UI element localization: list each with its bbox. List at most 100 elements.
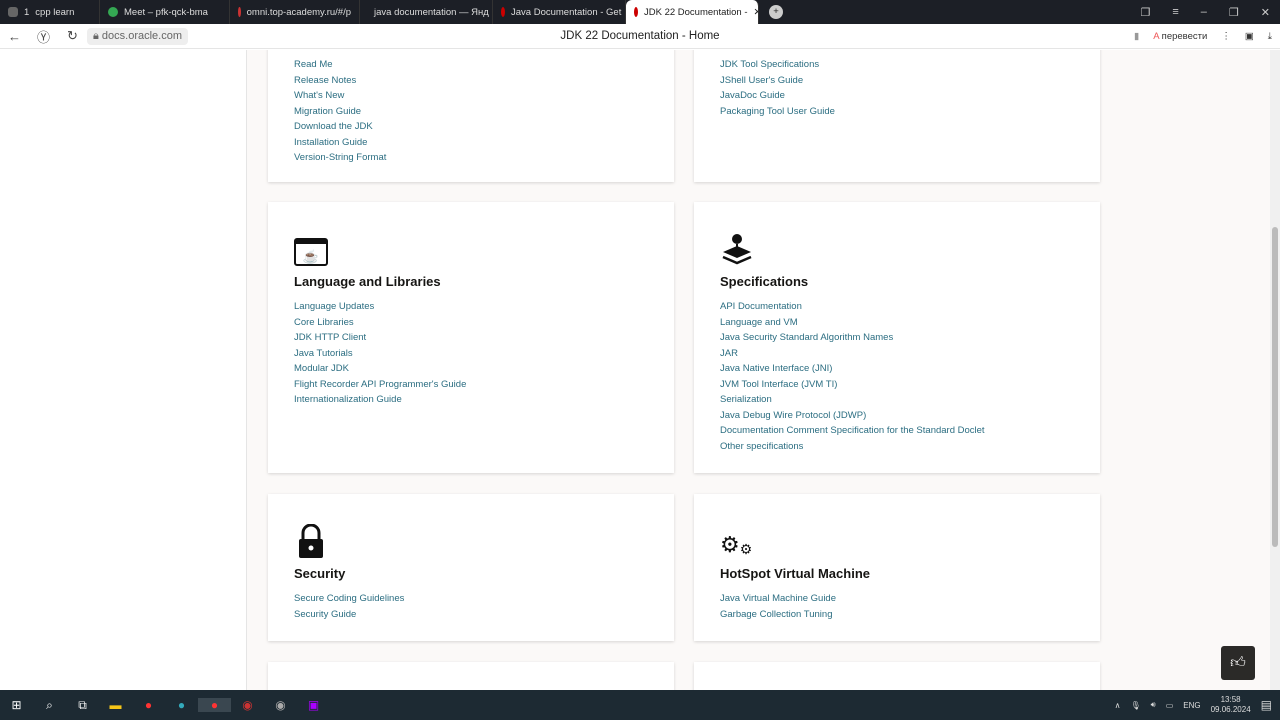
language-indicator[interactable]: ENG (1183, 701, 1200, 710)
card-hotspot: ⚙ ⚙ HotSpot Virtual Machine Java Virtual … (694, 494, 1100, 641)
microphone-icon[interactable]: 🎙︎ (1131, 701, 1141, 710)
yandex-icon[interactable]: Ⓨ (29, 27, 58, 46)
intellij-icon[interactable]: ▣ (297, 698, 330, 712)
doc-link[interactable]: Security Guide (294, 607, 648, 623)
taskbar: ⊞ ⌕ ⧉ ▬ ● ● ● ◉ ◉ ▣ ∧ 🎙︎ 🔊︎ ▭ ENG 13:58 0… (0, 690, 1280, 720)
tab-label: Java Documentation - Get (511, 6, 622, 18)
doc-link[interactable]: Language and VM (720, 315, 1074, 331)
doc-link[interactable]: What's New (294, 88, 648, 104)
search-icon[interactable]: ⌕ (33, 698, 66, 713)
doc-link[interactable]: JVM Tool Interface (JVM TI) (720, 377, 1074, 393)
start-icon[interactable]: ⊞ (0, 698, 33, 712)
page-content: Read Me Release Notes What's New Migration … (0, 50, 1270, 690)
card-security: Security Secure Coding Guidelines Securit… (268, 494, 674, 641)
card-title: Specifications (720, 274, 809, 289)
doc-link[interactable]: Documentation Comment Specification for … (720, 423, 1074, 439)
doc-link[interactable]: Java Native Interface (JNI) (720, 361, 1074, 377)
address-bar: ← Ⓨ ↻ 🔒︎ docs.oracle.com JDK 22 Document… (0, 24, 1280, 49)
edge-icon[interactable]: ● (165, 698, 198, 712)
doc-link[interactable]: Serialization (720, 392, 1074, 408)
translate-icon: A (1153, 30, 1160, 42)
tab-meet[interactable]: Meet – pfk-qck-bma (100, 0, 230, 24)
doc-link[interactable]: JavaDoc Guide (720, 88, 1074, 104)
more-icon[interactable]: ⋮ (1221, 31, 1231, 42)
lock-icon: 🔒︎ (93, 29, 102, 42)
doc-link[interactable]: Java Virtual Machine Guide (720, 591, 1074, 607)
doc-link[interactable]: Read Me (294, 57, 648, 73)
doc-link[interactable]: Packaging Tool User Guide (720, 104, 1074, 120)
time: 13:58 (1220, 695, 1241, 704)
svg-text:☕: ☕ (303, 248, 319, 264)
doc-link[interactable]: Modular JDK (294, 361, 648, 377)
download-icon[interactable]: ⤓ (1268, 31, 1272, 42)
reload-icon[interactable]: ↻ (58, 28, 87, 44)
doc-link[interactable]: Installation Guide (294, 135, 648, 151)
volume-icon[interactable]: 🔊︎ (1151, 700, 1156, 710)
bookmark-icon[interactable]: ▮ (1134, 31, 1139, 42)
doc-link[interactable]: Download the JDK (294, 119, 648, 135)
card-get-started: Read Me Release Notes What's New Migration … (268, 50, 674, 182)
network-icon[interactable]: ▭ (1166, 701, 1174, 710)
feedback-button[interactable]: 👍︎ (1221, 646, 1255, 680)
close-window-button[interactable]: ✕ (1261, 6, 1270, 19)
tab-label: Meet – pfk-qck-bma (124, 6, 208, 18)
doc-link[interactable]: Internationalization Guide (294, 392, 648, 408)
doc-link[interactable]: Java Security Standard Algorithm Names (720, 330, 1074, 346)
doc-link[interactable]: Other specifications (720, 439, 1074, 455)
tab-yandex-search[interactable]: java documentation — Янд (360, 0, 493, 24)
translate-button[interactable]: A перевести (1153, 31, 1207, 42)
tab-label: cpp learn (35, 6, 75, 18)
doc-link[interactable]: Flight Recorder API Programmer's Guide (294, 377, 648, 393)
notifications-icon[interactable]: ▤ (1261, 698, 1272, 712)
close-icon[interactable]: ✕ (754, 7, 759, 18)
doc-link[interactable]: Version-String Format (294, 150, 648, 166)
tab-java-docs[interactable]: Java Documentation - Get (493, 0, 626, 24)
layers-pin-icon (720, 232, 1074, 266)
doc-link[interactable]: Release Notes (294, 73, 648, 89)
left-nav (0, 50, 247, 690)
task-view-icon[interactable]: ⧉ (66, 698, 99, 713)
oracle-icon (501, 7, 505, 17)
app-icon-2[interactable]: ◉ (264, 698, 297, 712)
tab-group[interactable]: 1 cpp learn (0, 0, 100, 24)
clock[interactable]: 13:58 09.06.2024 (1211, 695, 1251, 715)
scrollbar[interactable] (1270, 50, 1280, 690)
yandex-browser-icon[interactable]: ● (132, 698, 165, 712)
tray-expand-icon[interactable]: ∧ (1115, 701, 1121, 710)
profile-icon (8, 7, 18, 17)
sidebar-icon[interactable]: ▣ (1245, 31, 1254, 42)
tab-bar: 1 cpp learn Meet – pfk-qck-bma omni.top-a… (0, 0, 1280, 24)
menu-icon[interactable]: ≡ (1172, 6, 1178, 18)
app-icon[interactable]: ◉ (231, 698, 264, 712)
new-tab-button[interactable]: + (769, 5, 783, 19)
tab-omni[interactable]: omni.top-academy.ru/#/p (230, 0, 360, 24)
doc-link[interactable]: Core Libraries (294, 315, 648, 331)
file-explorer-icon[interactable]: ▬ (99, 698, 132, 712)
restore-button[interactable]: ❐ (1229, 6, 1239, 19)
tabs-icon[interactable]: ❐ (1140, 6, 1150, 19)
doc-link[interactable]: JDK Tool Specifications (720, 57, 1074, 73)
doc-link[interactable]: Migration Guide (294, 104, 648, 120)
doc-link[interactable]: JAR (720, 346, 1074, 362)
doc-link[interactable]: Java Debug Wire Protocol (JDWP) (720, 408, 1074, 424)
back-icon[interactable]: ← (0, 29, 29, 44)
scrollbar-thumb[interactable] (1272, 227, 1278, 547)
url-text: docs.oracle.com (101, 29, 183, 42)
tab-label: java documentation — Янд (374, 6, 489, 18)
doc-link[interactable]: Secure Coding Guidelines (294, 591, 648, 607)
yandex-browser-active-icon[interactable]: ● (198, 698, 231, 712)
doc-link[interactable]: JDK HTTP Client (294, 330, 648, 346)
card-next-left (268, 662, 674, 690)
java-window-icon: ☕ (294, 232, 648, 266)
translate-label: перевести (1161, 30, 1208, 42)
url-field[interactable]: 🔒︎ docs.oracle.com (87, 27, 189, 45)
doc-link[interactable]: JShell User's Guide (720, 73, 1074, 89)
doc-link[interactable]: Garbage Collection Tuning (720, 607, 1074, 623)
doc-link[interactable]: API Documentation (720, 299, 1074, 315)
tab-jdk22[interactable]: JDK 22 Documentation - ✕ (626, 0, 759, 24)
date: 09.06.2024 (1210, 705, 1251, 714)
minimize-button[interactable]: – (1201, 6, 1207, 18)
doc-link[interactable]: Java Tutorials (294, 346, 648, 362)
doc-link[interactable]: Language Updates (294, 299, 648, 315)
tab-badge: 1 (24, 6, 30, 18)
